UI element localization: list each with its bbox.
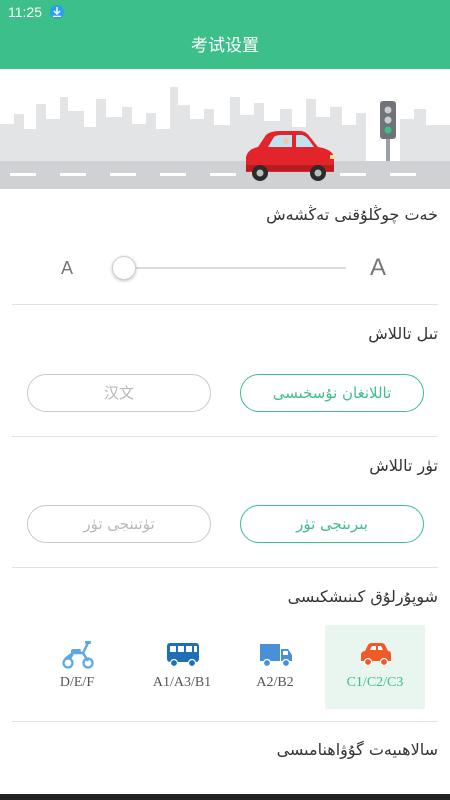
license-option-c1c2c3[interactable]: C1/C2/C3 [325, 625, 425, 709]
status-bar: 11:25 [0, 0, 450, 24]
city-car-illustration [0, 87, 450, 189]
banner-illustration [0, 69, 450, 189]
download-icon [50, 5, 64, 19]
font-small-label: A [61, 258, 74, 278]
car-icon [361, 643, 391, 667]
status-time: 11:25 [8, 4, 42, 20]
language-option-selected[interactable]: تاللانغان نۇسخىسى [240, 374, 424, 412]
divider [12, 436, 438, 437]
divider [12, 721, 438, 722]
font-size-title: خەت چوڭلۇقنى تەڭشەش [266, 205, 438, 224]
language-option-chinese[interactable]: 汉文 [27, 374, 211, 412]
bottom-edge [0, 794, 450, 800]
question-type-option-second[interactable]: تۈتىنجى تۈر [27, 505, 211, 543]
license-label: A2/B2 [256, 675, 294, 690]
license-label: C1/C2/C3 [346, 675, 404, 690]
app-header: 考试设置 [0, 24, 450, 69]
license-label: D/E/F [59, 675, 95, 690]
question-type-title: تۈر تاللاش [369, 456, 438, 475]
license-type-title: شوپۇرلۇق كىنىشكىسى [287, 587, 438, 606]
font-size-slider-thumb[interactable] [112, 256, 136, 280]
font-size-slider-track[interactable] [124, 267, 346, 269]
scooter-icon [62, 641, 94, 669]
qualification-title[interactable]: سالاھىيەت گۇۋاھنامىسى [277, 740, 438, 759]
divider [12, 304, 438, 305]
question-type-option-first[interactable]: بىرىنجى تۈر [240, 505, 424, 543]
license-option-a2b2[interactable]: A2/B2 [225, 625, 325, 709]
truck-icon [260, 644, 292, 668]
bus-icon [167, 643, 199, 668]
license-label: A1/A3/B1 [152, 675, 212, 690]
font-large-label: A [370, 254, 387, 281]
page-title: 考试设置 [191, 36, 259, 56]
license-option-def[interactable]: D/E/F [27, 625, 127, 709]
language-title: تىل تاللاش [368, 324, 438, 343]
license-option-a1a3b1[interactable]: A1/A3/B1 [132, 625, 232, 709]
divider [12, 567, 438, 568]
